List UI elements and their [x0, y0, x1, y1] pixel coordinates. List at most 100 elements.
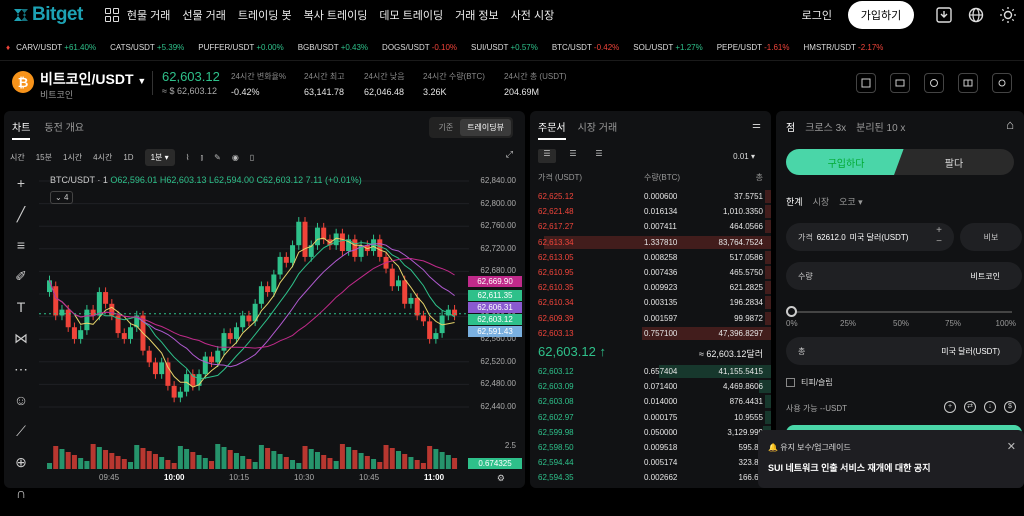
bid-row[interactable]: 62,603.12 0.657404 41,155.5415 — [530, 364, 771, 379]
ticker-item[interactable]: BGB/USDT +0.43% — [298, 43, 368, 52]
theme-sun-icon[interactable] — [992, 7, 1024, 23]
bid-row[interactable]: 62,594.35 0.002662 166.62 — [530, 470, 771, 485]
nav-futures[interactable]: 선물 거래 — [182, 7, 226, 23]
tf-4h[interactable]: 4시간 — [93, 152, 112, 163]
settings-icon[interactable] — [992, 73, 1012, 93]
transfer-icon[interactable]: ⇄ — [964, 401, 976, 413]
ask-row[interactable]: 62,610.35 0.009923 621.2825 — [530, 280, 771, 295]
buy-tab[interactable]: 구입하다 — [786, 149, 906, 175]
trash-icon[interactable]: ▯ — [250, 153, 254, 162]
tf-time[interactable]: 시간 — [10, 152, 25, 163]
view-both-icon[interactable]: ☰ — [538, 149, 556, 163]
nav-premarket[interactable]: 사전 시장 — [511, 7, 555, 23]
note-icon[interactable] — [856, 73, 876, 93]
draw-icon[interactable]: ✎ — [214, 153, 221, 162]
trendline-icon[interactable]: ╱ — [10, 206, 32, 228]
ticker-item[interactable]: PEPE/USDT -1.61% — [717, 43, 790, 52]
ruler-icon[interactable]: ⟋ — [10, 423, 32, 445]
price-input[interactable]: 가격 62612.0 미국 달러(USDT) + − — [786, 223, 954, 251]
deposit-icon[interactable]: + — [944, 401, 956, 413]
robot-icon[interactable] — [924, 73, 944, 93]
camera-icon[interactable]: ◉ — [232, 153, 239, 162]
zoom-icon[interactable]: ⊕ — [10, 454, 32, 476]
mode-isolated[interactable]: 분리된 10 x — [856, 119, 905, 134]
bid-row[interactable]: 62,594.44 0.005174 323.86 — [530, 455, 771, 470]
ask-row[interactable]: 62,613.34 1.337810 83,764.7524 — [530, 235, 771, 250]
download-icon[interactable] — [928, 7, 960, 23]
magnet-icon[interactable]: ∩ — [10, 485, 32, 507]
brush-icon[interactable]: ✐ — [10, 268, 32, 290]
ask-row[interactable]: 62,625.12 0.000600 37.5751 — [530, 189, 771, 204]
ask-row[interactable]: 62,617.27 0.007411 464.0566 — [530, 219, 771, 234]
amount-slider[interactable] — [786, 306, 1012, 317]
tf-15m[interactable]: 15분 — [36, 152, 52, 163]
bid-row[interactable]: 62,598.50 0.009518 595.81 — [530, 440, 771, 455]
nav-bots[interactable]: 트레이딩 봇 — [238, 7, 292, 23]
view-asks-icon[interactable]: ☰ — [590, 149, 608, 163]
ticker-item[interactable]: SOL/USDT +1.27% — [633, 43, 702, 52]
precision-select[interactable]: 0.01 ▾ — [733, 152, 755, 161]
tab-chart[interactable]: 차트 — [12, 119, 31, 140]
emoji-icon[interactable]: ☺ — [10, 392, 32, 414]
bid-row[interactable]: 62,599.98 0.050000 3,129.999 — [530, 425, 771, 440]
coin-stack-icon[interactable]: $ — [1004, 401, 1016, 413]
mode-cross[interactable]: 크로스 3x — [805, 119, 846, 134]
ask-row[interactable]: 62,609.39 0.001597 99.9872 — [530, 311, 771, 326]
view-bids-icon[interactable]: ☰ — [564, 149, 582, 163]
ask-row[interactable]: 62,613.05 0.008258 517.0586 — [530, 250, 771, 265]
pattern-icon[interactable]: ⋈ — [10, 330, 32, 352]
ticker-item[interactable]: CATS/USDT +5.39% — [110, 43, 184, 52]
checkbox-icon[interactable] — [786, 378, 795, 387]
filter-icon[interactable]: ⚌ — [752, 120, 761, 131]
nav-demo[interactable]: 데모 트레이딩 — [379, 7, 443, 23]
bid-row[interactable]: 62,603.09 0.071400 4,469.8606 — [530, 379, 771, 394]
bid-row[interactable]: 62,602.97 0.000175 10.9555 — [530, 410, 771, 425]
indicator-icon[interactable]: ⌇ — [186, 153, 190, 162]
crosshair-icon[interactable]: + — [10, 175, 32, 197]
ticker-item[interactable]: CARV/USDT +61.40% — [16, 43, 96, 52]
fib-icon[interactable]: ≡ — [10, 237, 32, 259]
text-icon[interactable]: T — [10, 299, 32, 321]
tf-1h[interactable]: 1시간 — [63, 152, 82, 163]
nav-copy[interactable]: 복사 트레이딩 — [304, 7, 368, 23]
indicator-collapse[interactable]: ⌄ 4 — [50, 191, 74, 204]
login-link[interactable]: 로그인 — [802, 7, 832, 23]
slider-knob[interactable] — [786, 306, 797, 317]
ask-row[interactable]: 62,610.95 0.007436 465.5750 — [530, 265, 771, 280]
price-stepper[interactable]: + − — [936, 225, 942, 247]
ask-row[interactable]: 62,621.48 0.016134 1,010.3350 — [530, 204, 771, 219]
candlestick-plot[interactable] — [39, 169, 469, 469]
tf-1m[interactable]: 1분 ▾ — [144, 149, 175, 166]
type-limit[interactable]: 한계 — [786, 195, 803, 208]
type-oco[interactable]: 오코 ▾ — [839, 195, 863, 208]
axis-settings-icon[interactable]: ⚙ — [497, 473, 505, 484]
bid-row[interactable]: 62,603.08 0.014000 876.4431 — [530, 394, 771, 409]
mode-spot[interactable]: 점 — [786, 119, 795, 134]
qty-input[interactable]: 수량 비트코인 — [786, 262, 1022, 290]
signup-button[interactable]: 가입하기 — [848, 1, 914, 29]
book-icon[interactable] — [958, 73, 978, 93]
candle-type-icon[interactable]: ⫾ — [201, 153, 204, 163]
pair-selector[interactable]: 비트코인/USDT ▼ — [40, 69, 146, 89]
bot-icon[interactable]: ⌂ — [1006, 117, 1014, 132]
ticker-item[interactable]: HMSTR/USDT -2.17% — [804, 43, 884, 52]
nav-info[interactable]: 거래 정보 — [455, 7, 499, 23]
view-basic[interactable]: 기준 — [431, 119, 460, 136]
tab-orderbook[interactable]: 주문서 — [538, 119, 566, 140]
tab-market-trades[interactable]: 시장 거래 — [578, 119, 618, 140]
ask-row[interactable]: 62,603.13 0.757100 47,396.8297 — [530, 326, 771, 341]
total-input[interactable]: 총 미국 달러(USDT) — [786, 337, 1022, 365]
tpsl-checkbox[interactable]: 티피/슬립 — [786, 377, 833, 388]
nav-spot[interactable]: 현물 거래 — [127, 7, 171, 23]
ticker-item[interactable]: PUFFER/USDT +0.00% — [198, 43, 283, 52]
ticker-item[interactable]: DOGS/USDT -0.10% — [382, 43, 457, 52]
view-tradingview[interactable]: 트레이딩뷰 — [460, 119, 511, 136]
ask-row[interactable]: 62,610.34 0.003135 196.2834 — [530, 295, 771, 310]
ticker-item[interactable]: BTC/USDT -0.42% — [552, 43, 619, 52]
fullscreen-icon[interactable]: ⤢ — [506, 149, 513, 160]
download-balance-icon[interactable]: ↓ — [984, 401, 996, 413]
measure-icon[interactable]: ⋯ — [10, 361, 32, 383]
type-market[interactable]: 시장 — [813, 195, 830, 208]
brand-logo[interactable]: Bitget — [12, 4, 83, 26]
globe-icon[interactable] — [960, 7, 992, 23]
